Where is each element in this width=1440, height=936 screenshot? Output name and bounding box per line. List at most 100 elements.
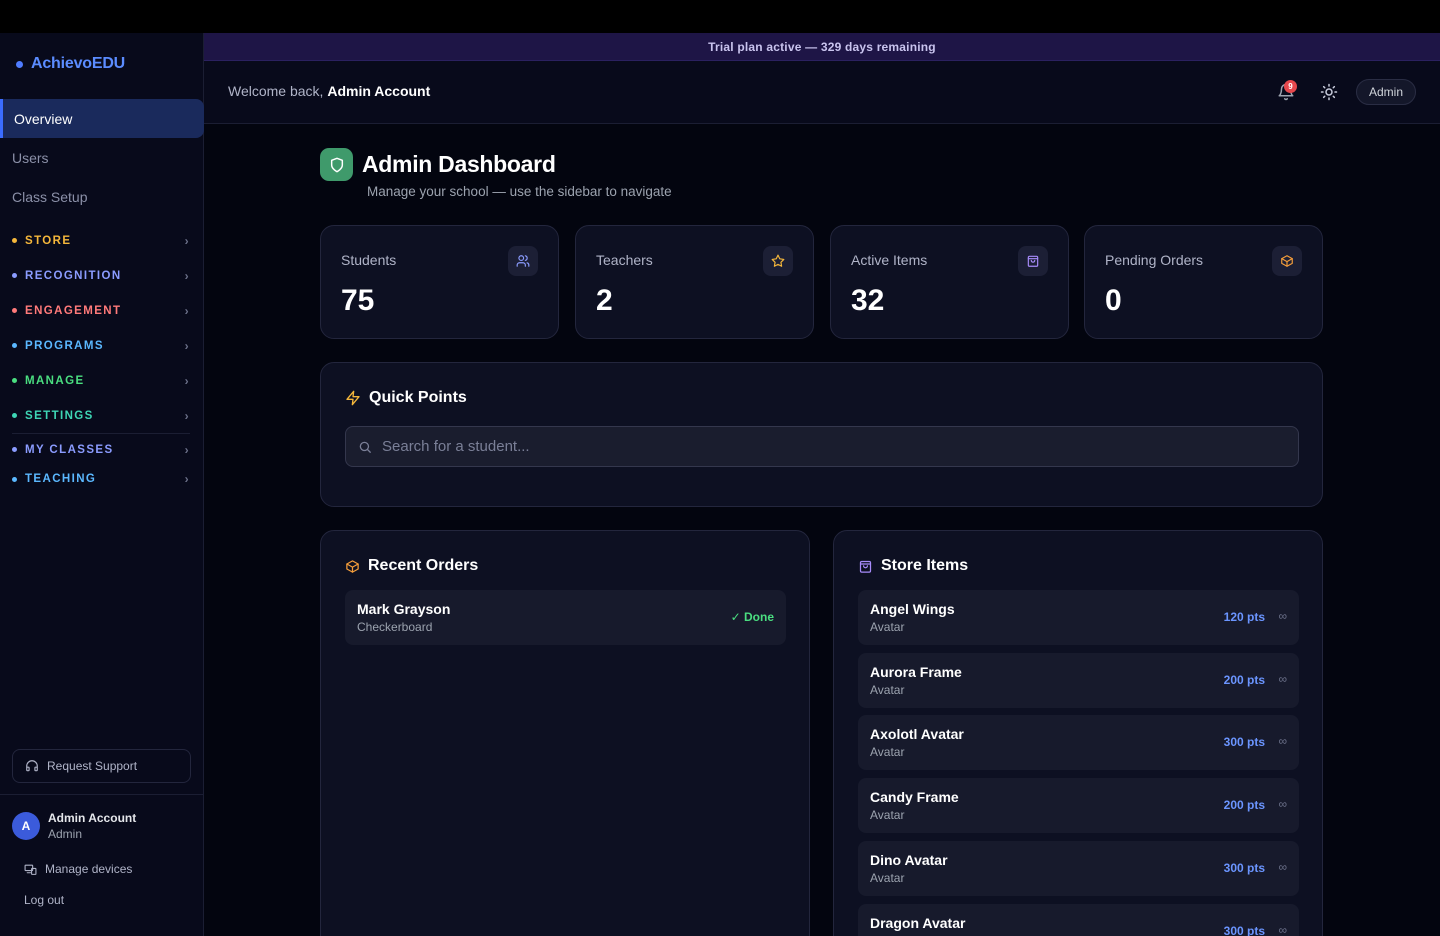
user-profile[interactable]: A Admin Account Admin bbox=[12, 811, 136, 841]
sidebar-section-my-classes[interactable]: MY CLASSES › bbox=[0, 434, 204, 465]
store-item-row[interactable]: Dino Avatar Avatar 300 pts ∞ bbox=[858, 841, 1299, 896]
sidebar-section-programs[interactable]: PROGRAMS › bbox=[0, 328, 204, 363]
shopping-bag-icon bbox=[859, 560, 872, 573]
sidebar-section-manage[interactable]: MANAGE › bbox=[0, 363, 204, 398]
quick-points-header: Quick Points bbox=[345, 389, 467, 407]
item-category: Avatar bbox=[870, 808, 905, 822]
sidebar-divider bbox=[0, 794, 204, 795]
package-icon bbox=[1272, 246, 1302, 276]
sun-icon[interactable] bbox=[1320, 83, 1338, 101]
headset-icon bbox=[26, 760, 38, 772]
section-dot-icon bbox=[12, 273, 17, 278]
store-item-row[interactable]: Angel Wings Avatar 120 pts ∞ bbox=[858, 590, 1299, 645]
top-header: Welcome back, Admin Account 9 Admin bbox=[204, 61, 1440, 124]
manage-devices-label: Manage devices bbox=[45, 862, 133, 876]
store-item-row[interactable]: Axolotl Avatar Avatar 300 pts ∞ bbox=[858, 715, 1299, 770]
sidebar-section-settings[interactable]: SETTINGS › bbox=[0, 398, 204, 433]
chevron-right-icon: › bbox=[184, 338, 190, 353]
page-title: Admin Dashboard bbox=[362, 151, 556, 177]
sidebar-section-recognition[interactable]: RECOGNITION › bbox=[0, 258, 204, 293]
store-item-row[interactable]: Dragon Avatar 300 pts ∞ bbox=[858, 904, 1299, 936]
stat-label: Pending Orders bbox=[1105, 252, 1204, 268]
item-name: Aurora Frame bbox=[870, 664, 962, 680]
logout-link[interactable]: Log out bbox=[24, 893, 64, 907]
stat-label: Teachers bbox=[596, 252, 653, 268]
section-label: TEACHING bbox=[25, 473, 97, 485]
sidebar-item-class-setup[interactable]: Class Setup bbox=[0, 177, 204, 216]
section-label: MANAGE bbox=[25, 374, 85, 387]
item-price: 200 pts bbox=[1223, 798, 1265, 812]
brand-dot-icon bbox=[16, 60, 23, 68]
section-label: RECOGNITION bbox=[25, 269, 122, 282]
request-support-button[interactable]: Request Support bbox=[12, 749, 191, 783]
brand-logo[interactable]: AchievoEDU bbox=[16, 55, 125, 73]
item-price: 300 pts bbox=[1223, 735, 1265, 749]
section-dot-icon bbox=[12, 413, 17, 418]
infinity-icon: ∞ bbox=[1278, 860, 1287, 874]
chevron-right-icon: › bbox=[184, 233, 190, 248]
user-role: Admin bbox=[48, 827, 83, 841]
infinity-icon: ∞ bbox=[1278, 734, 1287, 748]
student-search bbox=[345, 426, 1299, 467]
infinity-icon: ∞ bbox=[1278, 672, 1287, 686]
star-icon bbox=[763, 246, 793, 276]
item-name: Dino Avatar bbox=[870, 852, 948, 868]
section-dot-icon bbox=[12, 447, 17, 452]
sidebar-section-engagement[interactable]: ENGAGEMENT › bbox=[0, 293, 204, 328]
stat-card-active-items: Active Items 32 bbox=[830, 225, 1069, 339]
stat-card-pending-orders: Pending Orders 0 bbox=[1084, 225, 1323, 339]
welcome-name: Admin Account bbox=[327, 83, 431, 99]
brand-name: AchievoEDU bbox=[31, 55, 126, 72]
item-price: 300 pts bbox=[1223, 924, 1265, 936]
shield-icon bbox=[320, 148, 353, 181]
item-category: Avatar bbox=[870, 745, 905, 759]
sidebar-item-overview[interactable]: Overview bbox=[0, 99, 204, 138]
section-dot-icon bbox=[12, 378, 17, 383]
avatar: A bbox=[12, 812, 40, 840]
chevron-right-icon: › bbox=[184, 373, 190, 388]
section-dot-icon bbox=[12, 308, 17, 313]
welcome-message: Welcome back, Admin Account bbox=[228, 83, 430, 99]
store-items-card: Store Items Angel Wings Avatar 120 pts ∞… bbox=[833, 530, 1323, 936]
lightning-icon bbox=[346, 390, 360, 406]
stat-value: 32 bbox=[851, 284, 885, 317]
item-category: Avatar bbox=[870, 683, 905, 697]
devices-icon bbox=[24, 864, 37, 875]
item-category: Avatar bbox=[870, 620, 905, 634]
section-label: STORE bbox=[25, 234, 72, 247]
sidebar-item-users[interactable]: Users bbox=[0, 138, 204, 177]
student-search-input[interactable] bbox=[382, 438, 1282, 455]
window-top-bar bbox=[0, 0, 1440, 33]
quick-points-card: Quick Points bbox=[320, 362, 1323, 507]
recent-orders-card: Recent Orders Mark Grayson Checkerboard … bbox=[320, 530, 810, 936]
infinity-icon: ∞ bbox=[1278, 923, 1287, 936]
manage-devices-link[interactable]: Manage devices bbox=[24, 862, 132, 876]
status-badge: ✓ Done bbox=[730, 610, 774, 624]
page-subtitle: Manage your school — use the sidebar to … bbox=[367, 184, 672, 199]
sidebar-item-label: Users bbox=[12, 149, 49, 166]
item-name: Angel Wings bbox=[870, 601, 955, 617]
store-item-row[interactable]: Candy Frame Avatar 200 pts ∞ bbox=[858, 778, 1299, 833]
item-price: 200 pts bbox=[1223, 673, 1265, 687]
package-icon bbox=[346, 559, 359, 573]
sidebar-sections: STORE › RECOGNITION › ENGAGEMENT › PROGR… bbox=[0, 223, 204, 493]
chevron-right-icon: › bbox=[184, 408, 190, 423]
sidebar-section-store[interactable]: STORE › bbox=[0, 223, 204, 258]
stat-value: 2 bbox=[596, 284, 613, 317]
section-label: SETTINGS bbox=[25, 409, 94, 422]
infinity-icon: ∞ bbox=[1278, 609, 1287, 623]
stat-card-teachers: Teachers 2 bbox=[575, 225, 814, 339]
section-dot-icon bbox=[12, 343, 17, 348]
role-pill-button[interactable]: Admin bbox=[1356, 79, 1416, 105]
request-support-label: Request Support bbox=[47, 759, 138, 773]
chevron-right-icon: › bbox=[184, 268, 190, 283]
order-row[interactable]: Mark Grayson Checkerboard ✓ Done bbox=[345, 590, 786, 645]
section-label: ENGAGEMENT bbox=[25, 304, 122, 317]
section-label: PROGRAMS bbox=[25, 339, 104, 352]
sidebar-section-teaching[interactable]: TEACHING › bbox=[0, 465, 204, 493]
item-category: Avatar bbox=[870, 871, 905, 885]
shopping-bag-icon bbox=[1018, 246, 1048, 276]
stat-label: Active Items bbox=[851, 252, 928, 268]
recent-orders-header: Recent Orders bbox=[345, 557, 478, 575]
store-item-row[interactable]: Aurora Frame Avatar 200 pts ∞ bbox=[858, 653, 1299, 708]
